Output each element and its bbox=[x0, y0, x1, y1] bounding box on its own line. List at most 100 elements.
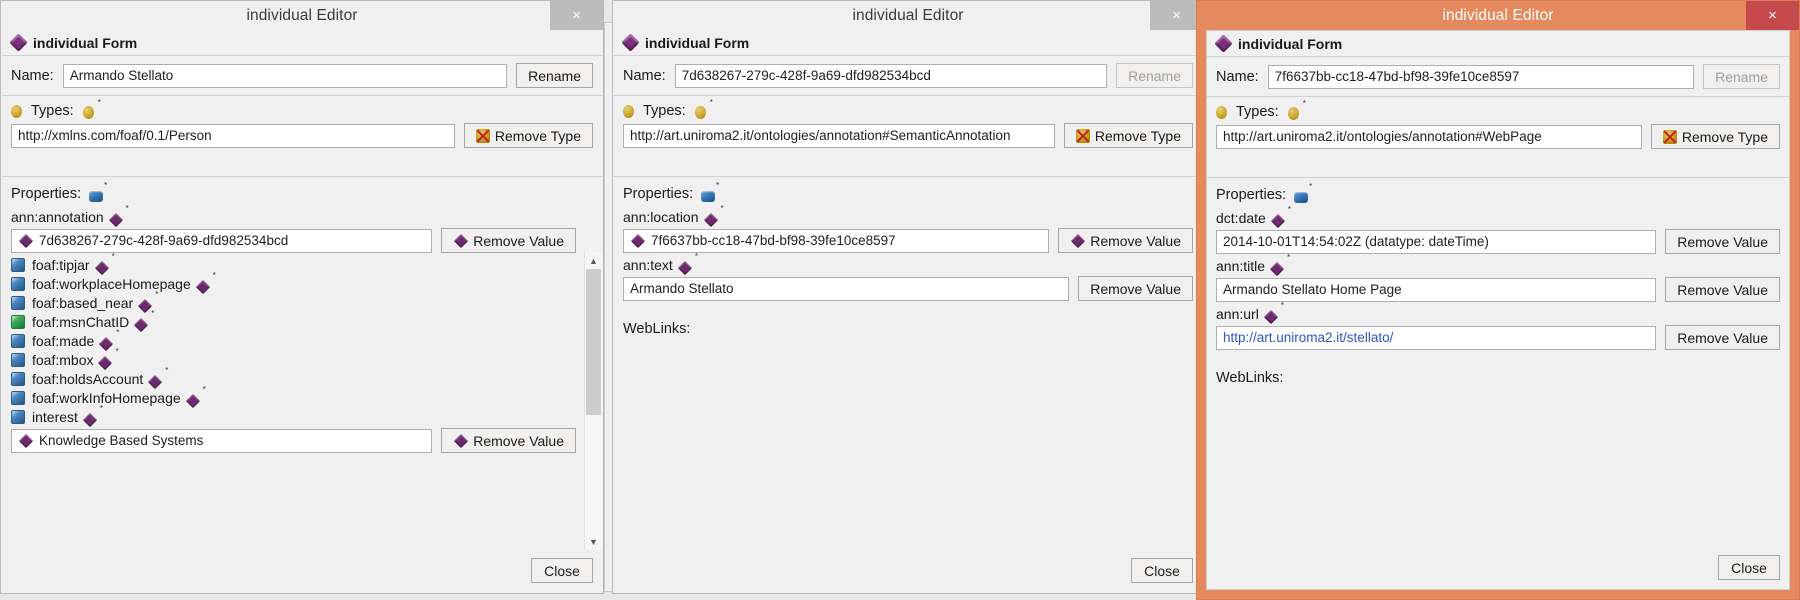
window-1-close-icon[interactable]: × bbox=[550, 1, 603, 30]
remove-value-button[interactable]: Remove Value bbox=[441, 428, 576, 453]
individual-editor-window-3[interactable]: individual Editor × individual Form Name… bbox=[1196, 0, 1800, 600]
window-1-type-input[interactable]: http://xmlns.com/foaf/0.1/Person bbox=[11, 123, 455, 148]
individual-diamond-icon bbox=[630, 233, 645, 248]
window-1-bottom-bar: Close bbox=[2, 550, 602, 592]
scroll-up-icon[interactable]: ▲ bbox=[585, 252, 602, 269]
window-3-remove-type-button[interactable]: Remove Type bbox=[1650, 124, 1780, 149]
add-property-icon[interactable]: * bbox=[89, 181, 107, 202]
window-3-title: individual Editor bbox=[1442, 6, 1554, 24]
property-row-foaf-based-near[interactable]: foaf:based_near * bbox=[11, 290, 576, 313]
remove-value-button[interactable]: Remove Value bbox=[441, 228, 576, 253]
window-3-name-label: Name: bbox=[1216, 68, 1259, 85]
property-row-foaf-msnchatid[interactable]: foaf:msnChatID * bbox=[11, 309, 576, 332]
individual-editor-window-1[interactable]: individual Editor × individual Form Name… bbox=[0, 0, 604, 594]
property-label: ann:title bbox=[1216, 258, 1266, 274]
window-2-remove-type-label: Remove Type bbox=[1094, 127, 1181, 144]
window-1-name-input[interactable]: Armando Stellato bbox=[62, 63, 508, 88]
window-3-properties-header: Properties: * bbox=[1216, 182, 1780, 203]
property-label: ann:text bbox=[623, 257, 673, 273]
add-value-diamond-icon[interactable]: * bbox=[134, 309, 154, 332]
property-row-foaf-mbox[interactable]: foaf:mbox * bbox=[11, 347, 576, 370]
window-3-close-button[interactable]: Close bbox=[1718, 555, 1780, 580]
property-row-ann-annotation[interactable]: ann:annotation * bbox=[11, 204, 576, 227]
window-1-properties-header: Properties: * bbox=[11, 181, 576, 202]
remove-value-label: Remove Value bbox=[473, 232, 564, 249]
remove-value-button[interactable]: Remove Value bbox=[1665, 277, 1780, 302]
window-1-properties-label: Properties: bbox=[11, 186, 82, 202]
property-label: ann:location bbox=[623, 209, 699, 225]
property-value-input[interactable]: 7f6637bb-cc18-47bd-bf98-39fe10ce8597 bbox=[623, 228, 1050, 253]
window-2-name-row: Name: 7d638267-279c-428f-9a69-dfd982534b… bbox=[614, 56, 1202, 96]
window-1-form-header: individual Form bbox=[2, 30, 602, 56]
remove-value-button[interactable]: Remove Value bbox=[1058, 228, 1193, 253]
scroll-down-icon[interactable]: ▼ bbox=[585, 533, 602, 550]
remove-value-button[interactable]: Remove Value bbox=[1665, 229, 1780, 254]
add-type-icon[interactable]: * bbox=[694, 98, 713, 119]
property-label: ann:url bbox=[1216, 306, 1259, 322]
property-value-input[interactable]: Armando Stellato Home Page bbox=[1216, 277, 1657, 302]
property-row-ann-text[interactable]: ann:text * bbox=[623, 252, 1193, 275]
property-label: foaf:workInfoHomepage bbox=[32, 390, 181, 406]
window-2-rename-button[interactable]: Rename bbox=[1116, 63, 1193, 88]
add-value-diamond-icon[interactable]: * bbox=[108, 204, 129, 227]
remove-value-button[interactable]: Remove Value bbox=[1665, 325, 1780, 350]
property-row-ann-location[interactable]: ann:location * bbox=[623, 204, 1193, 227]
individual-editor-window-2[interactable]: individual Editor × individual Form Name… bbox=[612, 0, 1204, 594]
scrollbar-thumb[interactable] bbox=[586, 269, 601, 415]
window-1-rename-button[interactable]: Rename bbox=[516, 63, 593, 88]
window-2-type-input[interactable]: http://art.uniroma2.it/ontologies/annota… bbox=[623, 123, 1055, 148]
property-row-foaf-made[interactable]: foaf:made * bbox=[11, 328, 576, 351]
remove-value-button[interactable]: Remove Value bbox=[1078, 276, 1193, 301]
property-row-ann-url[interactable]: ann:url * bbox=[1216, 301, 1780, 324]
add-property-icon[interactable]: * bbox=[1294, 182, 1312, 203]
window-1-titlebar[interactable]: individual Editor × bbox=[1, 1, 603, 30]
window-3-type-input[interactable]: http://art.uniroma2.it/ontologies/annota… bbox=[1216, 124, 1642, 149]
window-2-name-input[interactable]: 7d638267-279c-428f-9a69-dfd982534bcd bbox=[674, 63, 1108, 88]
object-property-icon bbox=[11, 353, 25, 367]
property-value-input[interactable]: 2014-10-01T14:54:02Z (datatype: dateTime… bbox=[1216, 229, 1657, 254]
property-row-foaf-holdsaccount[interactable]: foaf:holdsAccount * bbox=[11, 366, 576, 389]
property-row-foaf-workinfohomepage[interactable]: foaf:workInfoHomepage * bbox=[11, 385, 576, 408]
property-value-input[interactable]: http://art.uniroma2.it/stellato/ bbox=[1216, 325, 1657, 350]
property-value-link[interactable]: http://art.uniroma2.it/stellato/ bbox=[1223, 330, 1393, 345]
add-value-diamond-icon[interactable]: * bbox=[195, 271, 216, 294]
add-value-diamond-icon[interactable]: * bbox=[148, 366, 168, 389]
add-value-diamond-icon[interactable]: * bbox=[98, 347, 119, 370]
add-value-diamond-icon[interactable]: * bbox=[94, 252, 115, 275]
window-2-remove-type-button[interactable]: Remove Type bbox=[1063, 123, 1193, 148]
add-value-diamond-icon[interactable]: * bbox=[1269, 253, 1290, 276]
window-2-name-value: 7d638267-279c-428f-9a69-dfd982534bcd bbox=[681, 68, 931, 83]
object-property-icon bbox=[11, 277, 25, 291]
window-3-name-input[interactable]: 7f6637bb-cc18-47bd-bf98-39fe10ce8597 bbox=[1267, 64, 1695, 89]
window-2-close-button[interactable]: Close bbox=[1131, 558, 1193, 583]
window-1-remove-type-button[interactable]: Remove Type bbox=[463, 123, 593, 148]
property-row-ann-title[interactable]: ann:title * bbox=[1216, 253, 1780, 276]
property-value-input[interactable]: 7d638267-279c-428f-9a69-dfd982534bcd bbox=[11, 228, 433, 253]
add-value-diamond-icon[interactable]: * bbox=[703, 204, 724, 227]
property-value-input[interactable]: Knowledge Based Systems bbox=[11, 428, 433, 453]
property-row-dct-date[interactable]: dct:date * bbox=[1216, 205, 1780, 228]
window-3-close-icon[interactable]: × bbox=[1746, 1, 1799, 30]
add-value-diamond-icon[interactable]: * bbox=[677, 252, 698, 275]
add-type-icon[interactable]: * bbox=[1287, 99, 1306, 120]
add-value-diamond-icon[interactable]: * bbox=[82, 404, 103, 427]
property-row-interest[interactable]: interest * bbox=[11, 404, 576, 427]
window-1-close-button[interactable]: Close bbox=[531, 558, 593, 583]
add-type-icon[interactable]: * bbox=[82, 98, 101, 119]
add-value-diamond-icon[interactable]: * bbox=[185, 385, 206, 408]
window-3-remove-type-label: Remove Type bbox=[1681, 128, 1768, 145]
window-1-vertical-scrollbar[interactable]: ▲ ▼ bbox=[584, 252, 602, 550]
window-3-rename-button[interactable]: Rename bbox=[1703, 64, 1780, 89]
window-3-titlebar[interactable]: individual Editor × bbox=[1197, 1, 1799, 30]
add-property-icon[interactable]: * bbox=[701, 181, 719, 202]
property-value-row: Knowledge Based Systems Remove Value bbox=[11, 428, 576, 453]
property-row-foaf-workplacehomepage[interactable]: foaf:workplaceHomepage * bbox=[11, 271, 576, 294]
add-value-diamond-icon[interactable]: * bbox=[1263, 301, 1284, 324]
window-2-properties-header: Properties: * bbox=[623, 181, 1193, 202]
property-value-row: http://art.uniroma2.it/stellato/ Remove … bbox=[1216, 325, 1780, 350]
window-2-titlebar[interactable]: individual Editor × bbox=[613, 1, 1203, 30]
add-value-diamond-icon[interactable]: * bbox=[1270, 205, 1291, 228]
property-row-foaf-tipjar[interactable]: foaf:tipjar * bbox=[11, 252, 576, 275]
window-1-type-value: http://xmlns.com/foaf/0.1/Person bbox=[18, 128, 212, 143]
property-value-input[interactable]: Armando Stellato bbox=[623, 276, 1070, 301]
